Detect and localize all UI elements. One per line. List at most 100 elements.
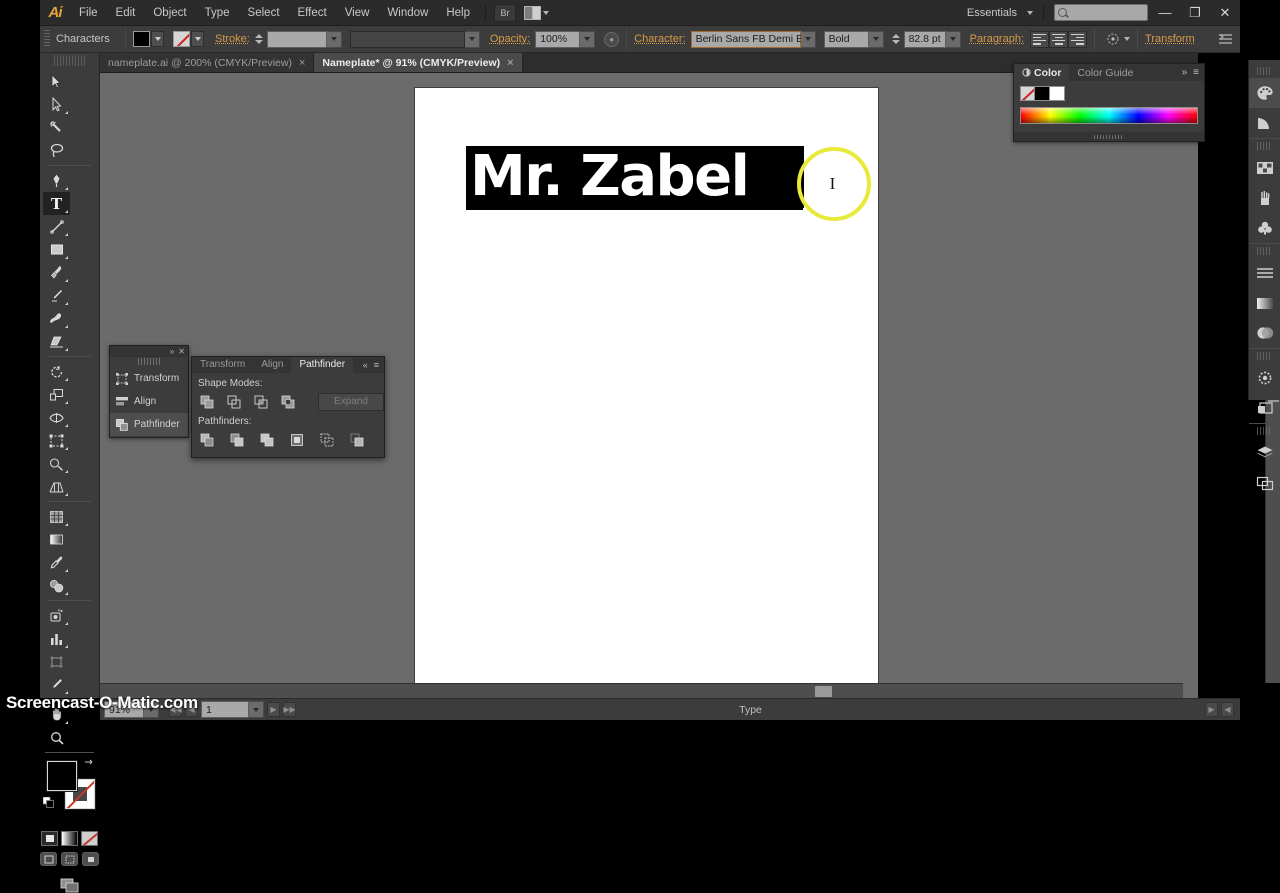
trim-button[interactable] [226,430,249,449]
collapse-icon[interactable]: » [1182,67,1188,78]
document-tab-nameplate-200[interactable]: nameplate.ai @ 200% (CMYK/Preview) × [100,53,315,72]
font-size-value[interactable]: 82.8 pt [903,30,946,48]
swatches-icon[interactable] [1249,153,1280,183]
close-icon[interactable]: × [507,57,513,69]
exclude-button[interactable] [277,392,300,411]
appearance-icon[interactable] [1249,363,1280,393]
symbols-icon[interactable] [1249,213,1280,243]
color-panel[interactable]: Color Color Guide » ≡ [1013,63,1205,142]
panel-menu-icon[interactable]: ≡ [1193,67,1199,78]
floating-panel-group[interactable]: » ✕ Transform Align Pathfinder [109,345,189,438]
stroke-profile-value[interactable] [349,30,465,48]
stroke-weight-control[interactable] [266,30,342,48]
restore-button[interactable]: ❐ [1182,1,1208,25]
gradient-icon[interactable] [1249,288,1280,318]
tab-color-guide[interactable]: Color Guide [1069,64,1142,81]
draw-inside-button[interactable] [82,852,99,866]
floating-panel-grip[interactable] [138,358,160,365]
perspective-grid-tool[interactable] [43,475,70,498]
draw-behind-button[interactable] [61,852,78,866]
magic-wand-tool[interactable] [43,116,70,139]
stroke-chevron-icon[interactable] [191,31,204,47]
color-swatch-white[interactable] [1050,86,1065,101]
gradient-tool[interactable] [43,528,70,551]
status-expand-left-button[interactable]: ◀ [1221,702,1234,717]
close-button[interactable]: ✕ [1212,1,1238,25]
pathfinder-panel[interactable]: Transform Align Pathfinder « ≡ Shape Mod… [191,356,385,458]
tab-align[interactable]: Align [253,357,292,373]
recolor-chevron-icon[interactable] [1124,37,1131,41]
tab-color[interactable]: Color [1014,64,1070,81]
horizontal-scrollbar-thumb[interactable] [815,686,832,697]
none-mode-button[interactable] [81,831,98,846]
panel-item-align[interactable]: Align [110,390,188,413]
tools-panel-grip[interactable] [54,55,85,66]
opacity-chevron-icon[interactable] [580,30,596,48]
color-panel-resize-grip[interactable] [1014,132,1204,141]
font-family-control[interactable]: Berlin Sans FB Demi Bold [690,30,817,48]
zoom-tool[interactable] [43,726,70,749]
font-size-stepper[interactable] [891,31,902,47]
status-expand-right-button[interactable]: ▶ [1205,702,1218,717]
nameplate-text[interactable]: Mr. Zabel [470,142,750,212]
color-swatch-black[interactable] [1035,86,1050,101]
last-artboard-button[interactable]: ▶▶ [283,702,296,717]
dock-group-grip-4[interactable] [1257,352,1272,360]
paragraph-label[interactable]: Paragraph: [970,33,1024,45]
dock-group-grip-1[interactable] [1257,67,1272,75]
next-artboard-button[interactable]: ▶ [267,702,280,717]
stroke-profile-control[interactable] [349,30,480,48]
minimize-button[interactable]: — [1152,1,1178,25]
fill-swatch[interactable] [133,31,150,47]
width-tool[interactable] [43,406,70,429]
workspace-label[interactable]: Essentials [961,7,1023,19]
direct-selection-tool[interactable] [43,93,70,116]
collapse-icon[interactable]: » [170,347,174,356]
character-label[interactable]: Character: [634,33,685,45]
screen-mode-button[interactable] [40,878,99,893]
expand-button[interactable]: Expand [318,392,384,411]
menu-effect[interactable]: Effect [289,0,336,26]
color-guide-icon[interactable] [1249,108,1280,138]
type-tool[interactable]: T [43,192,70,215]
align-right-button[interactable] [1068,30,1088,48]
color-spectrum-ramp[interactable] [1020,107,1198,124]
stroke-weight-stepper[interactable] [254,31,265,47]
stroke-icon[interactable] [1249,258,1280,288]
opacity-label[interactable]: Opacity: [490,33,530,45]
transform-link[interactable]: Transform [1145,33,1195,45]
font-size-chevron-icon[interactable] [945,30,961,48]
divide-button[interactable] [196,430,219,449]
font-style-value[interactable]: Bold [823,30,869,48]
fill-color-swatch[interactable] [47,761,77,791]
transparency-icon[interactable] [1249,318,1280,348]
menu-select[interactable]: Select [239,0,289,26]
pen-tool[interactable] [43,169,70,192]
opacity-mask-icon[interactable]: ● [604,31,620,47]
artboard-number-control[interactable]: 1 [201,701,264,718]
opacity-control[interactable]: 100% [535,30,596,48]
dock-group-grip-5[interactable] [1257,427,1272,435]
line-segment-tool[interactable] [43,215,70,238]
menu-file[interactable]: File [70,0,107,26]
search-input[interactable] [1054,4,1148,21]
workspace-chevron-icon[interactable] [1027,10,1033,15]
horizontal-scrollbar[interactable] [100,683,1183,698]
minus-front-button[interactable] [223,392,246,411]
rectangle-tool[interactable] [43,238,70,261]
eyedropper-tool[interactable] [43,551,70,574]
close-icon[interactable]: × [299,57,305,69]
eraser-tool[interactable] [43,330,70,353]
color-swatch-none[interactable] [1020,86,1035,101]
font-family-value[interactable]: Berlin Sans FB Demi Bold [690,30,817,48]
menu-help[interactable]: Help [437,0,479,26]
fill-chevron-icon[interactable] [151,31,164,47]
floating-panel-header[interactable]: » ✕ [110,346,188,357]
menu-object[interactable]: Object [144,0,195,26]
stroke-weight-chevron-icon[interactable] [326,30,342,48]
stroke-label[interactable]: Stroke: [215,33,250,45]
panel-item-transform[interactable]: Transform [110,367,188,390]
font-family-chevron-icon[interactable] [800,30,816,48]
menu-edit[interactable]: Edit [107,0,145,26]
brushes-icon[interactable] [1249,183,1280,213]
